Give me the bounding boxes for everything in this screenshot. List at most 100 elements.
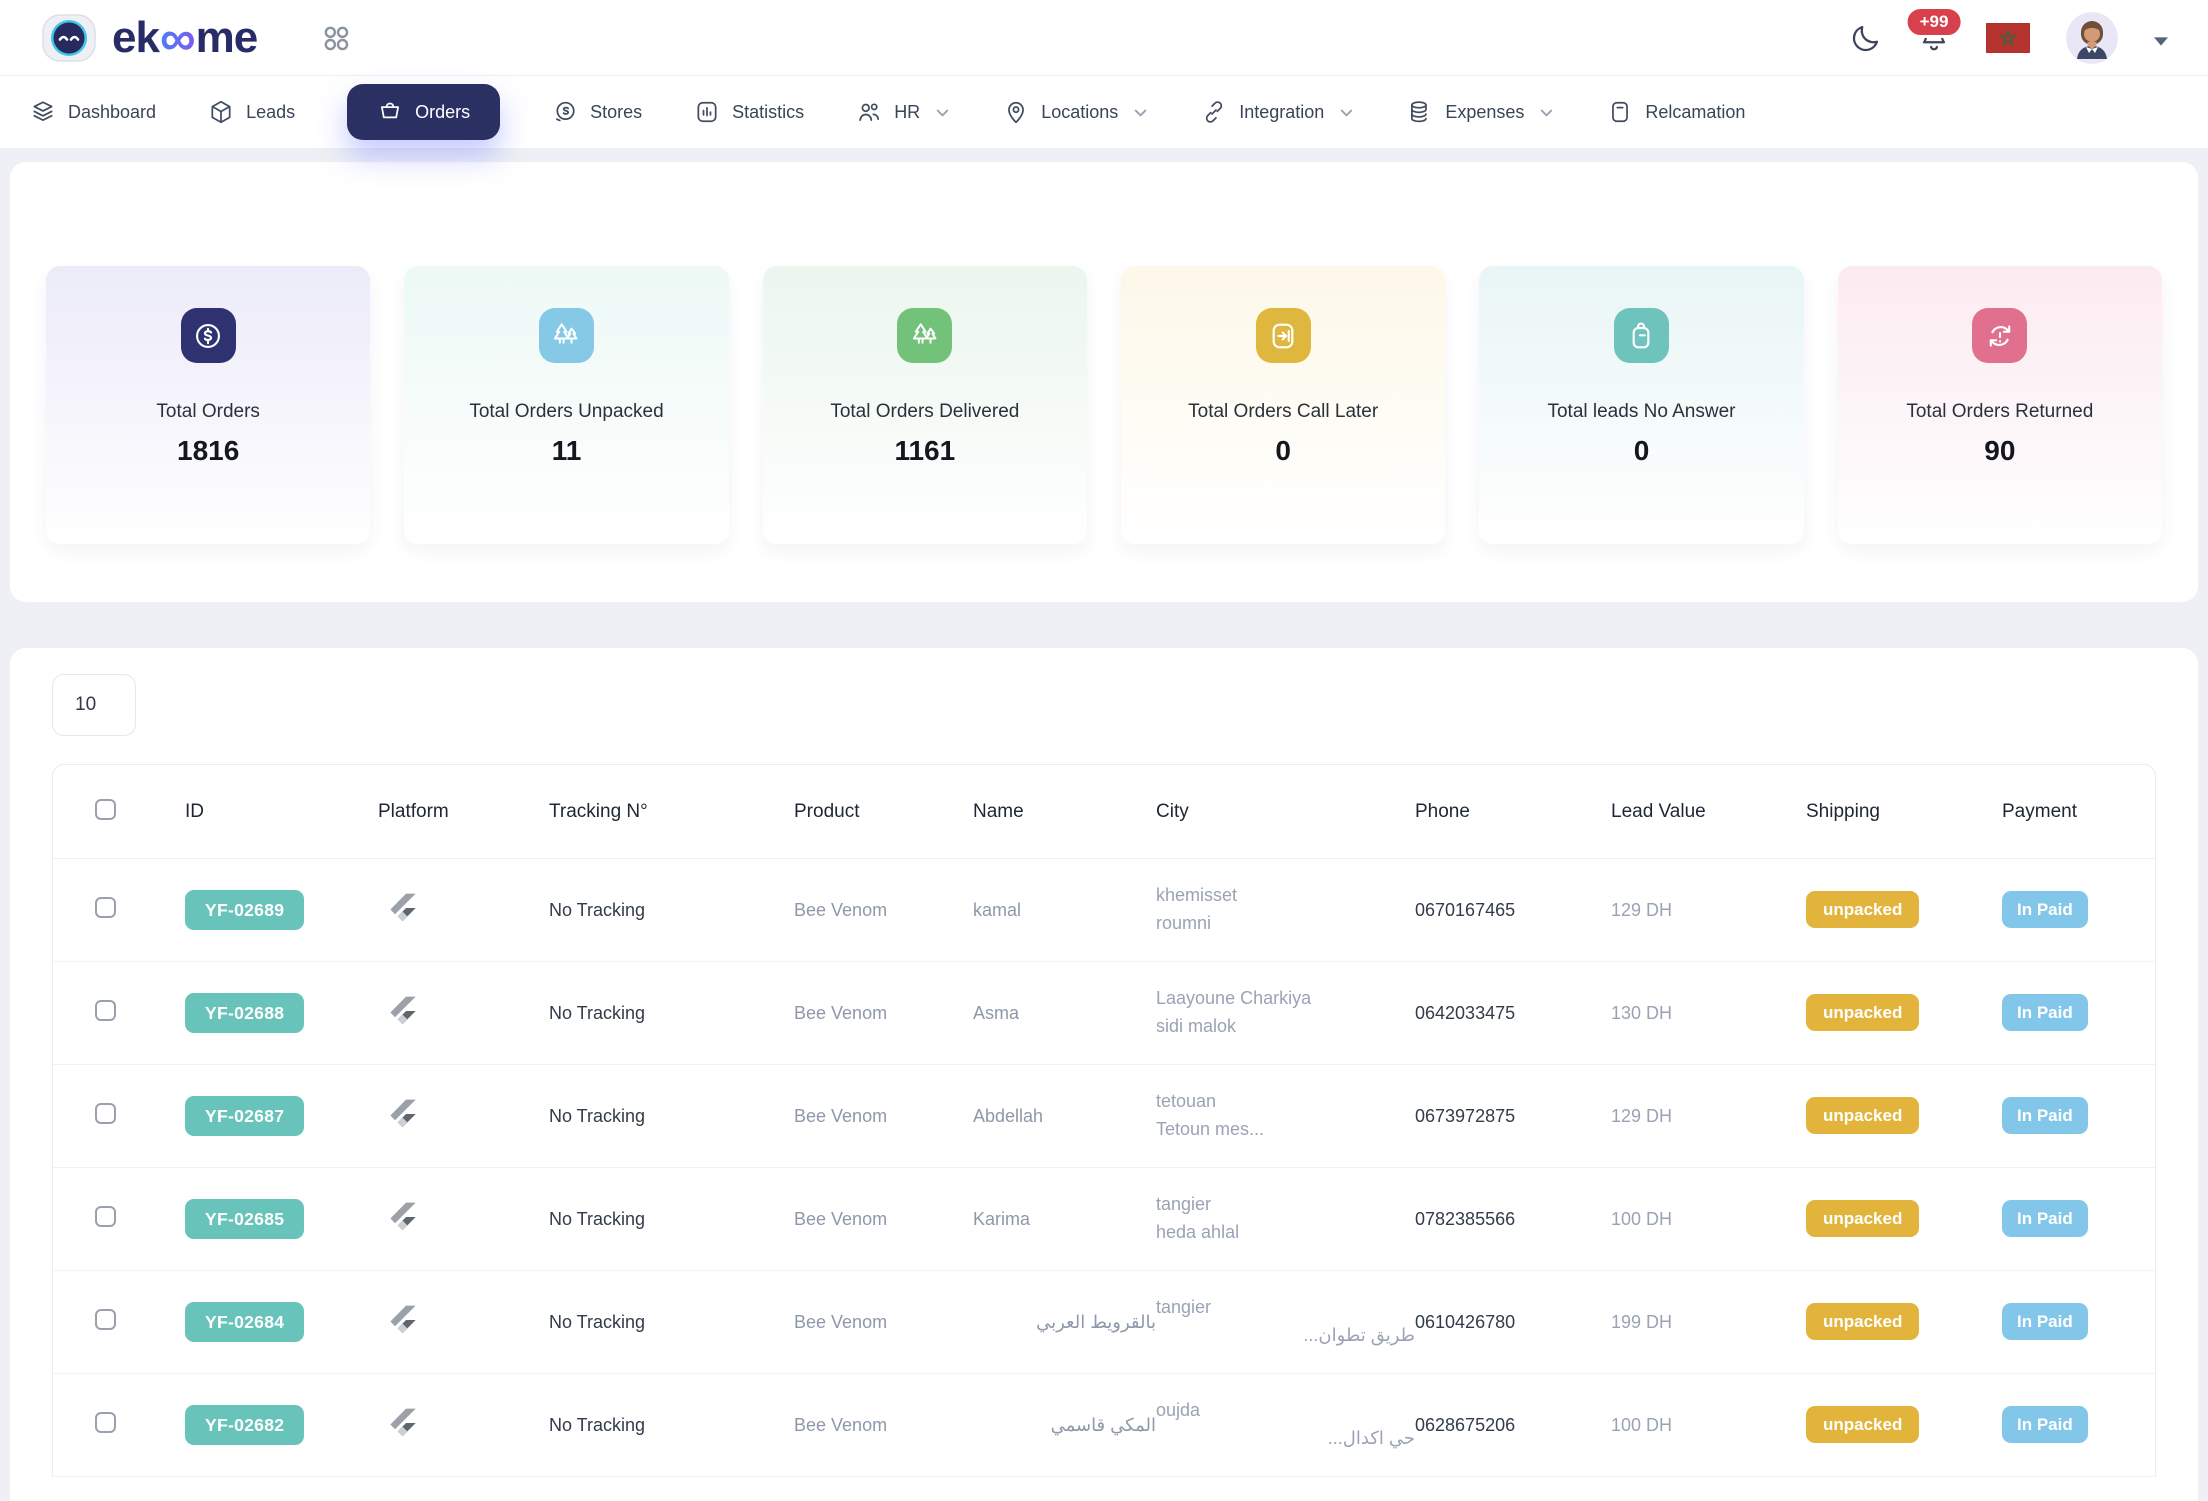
apps-grid-icon[interactable]	[319, 21, 353, 55]
table-header-row: IDPlatformTracking N°ProductNameCityPhon…	[53, 765, 2155, 859]
stat-card-value: 90	[1838, 435, 2162, 467]
people-icon	[856, 99, 882, 125]
user-avatar[interactable]	[2066, 12, 2118, 64]
row-checkbox[interactable]	[95, 1412, 116, 1433]
tracking-cell: No Tracking	[549, 1106, 794, 1127]
order-id-badge[interactable]: YF-02682	[185, 1405, 304, 1445]
shipping-status-badge[interactable]: unpacked	[1806, 1303, 1919, 1340]
phone-cell: 0673972875	[1415, 1106, 1611, 1127]
card-icon	[1607, 99, 1633, 125]
nav-item-label: Orders	[415, 102, 470, 123]
city-cell: oujda حي اكدال...	[1156, 1397, 1415, 1453]
nav-item-hr[interactable]: HR	[856, 99, 951, 125]
shipping-status-badge[interactable]: unpacked	[1806, 1406, 1919, 1443]
nav-item-label: Dashboard	[68, 102, 156, 123]
customer-name-cell: المكي قاسمي	[973, 1415, 1156, 1436]
shipping-status-badge[interactable]: unpacked	[1806, 1097, 1919, 1134]
stat-card-value: 0	[1479, 435, 1803, 467]
shipping-status-badge[interactable]: unpacked	[1806, 1200, 1919, 1237]
cart-icon	[377, 99, 403, 125]
tracking-cell: No Tracking	[549, 1209, 794, 1230]
nav-item-stores[interactable]: Stores	[552, 99, 642, 125]
main-nav: Dashboard Leads Orders Stores Statistics HR Lo…	[0, 76, 2208, 148]
nav-item-orders[interactable]: Orders	[347, 84, 500, 140]
nav-items: Dashboard Leads Orders Stores Statistics HR Lo…	[30, 84, 1745, 140]
column-header: Payment	[2002, 801, 2155, 823]
stat-card-label: Total Orders Delivered	[763, 401, 1087, 423]
stat-card-value: 11	[404, 435, 728, 467]
platform-flutter-icon	[378, 893, 417, 922]
table-row: YF-02684 No Tracking Bee Venom بالقرويط …	[53, 1271, 2155, 1374]
row-checkbox[interactable]	[95, 1309, 116, 1330]
chevron-down-icon	[1538, 104, 1555, 121]
nav-item-label: Locations	[1041, 102, 1118, 123]
coins-icon	[1407, 99, 1433, 125]
payment-status-badge[interactable]: In Paid	[2002, 1200, 2088, 1237]
payment-status-badge[interactable]: In Paid	[2002, 1097, 2088, 1134]
chevron-down-icon	[1132, 104, 1149, 121]
tracking-cell: No Tracking	[549, 900, 794, 921]
table-row: YF-02688 No Tracking Bee Venom Asma Laay…	[53, 962, 2155, 1065]
row-checkbox[interactable]	[95, 1000, 116, 1021]
chevron-down-icon	[1338, 104, 1355, 121]
lead-value-cell: 100 DH	[1611, 1209, 1806, 1230]
row-checkbox[interactable]	[95, 1206, 116, 1227]
city-cell: khemisset roumni	[1156, 882, 1415, 938]
stat-card-value: 1816	[46, 435, 370, 467]
table-body: YF-02689 No Tracking Bee Venom kamal khe…	[53, 859, 2155, 1477]
nav-item-locations[interactable]: Locations	[1003, 99, 1149, 125]
payment-status-badge[interactable]: In Paid	[2002, 1303, 2088, 1340]
payment-status-badge[interactable]: In Paid	[2002, 994, 2088, 1031]
tracking-cell: No Tracking	[549, 1312, 794, 1333]
nav-item-relcamation[interactable]: Relcamation	[1607, 99, 1745, 125]
stat-card-value: 1161	[763, 435, 1087, 467]
city-cell: tetouan Tetoun mes...	[1156, 1088, 1415, 1144]
profile-caret-icon[interactable]	[2154, 33, 2168, 42]
lead-value-cell: 130 DH	[1611, 1003, 1806, 1024]
page: ek∞me +99	[0, 0, 2208, 1501]
order-id-badge[interactable]: YF-02684	[185, 1302, 304, 1342]
nav-item-dashboard[interactable]: Dashboard	[30, 99, 156, 125]
row-checkbox[interactable]	[95, 1103, 116, 1124]
row-checkbox[interactable]	[95, 897, 116, 918]
customer-name-cell: بالقرويط العربي	[973, 1312, 1156, 1333]
product-cell: Bee Venom	[794, 1003, 973, 1024]
topbar-actions: +99	[1850, 12, 2168, 64]
order-id-badge[interactable]: YF-02689	[185, 890, 304, 930]
city-cell: Laayoune Charkiya sidi malok	[1156, 985, 1415, 1041]
platform-flutter-icon	[378, 1305, 417, 1334]
nav-item-label: Relcamation	[1645, 102, 1745, 123]
nav-item-label: Stores	[590, 102, 642, 123]
nav-item-leads[interactable]: Leads	[208, 99, 295, 125]
stat-card: Total Orders Call Later0	[1121, 266, 1445, 544]
nav-item-statistics[interactable]: Statistics	[694, 99, 804, 125]
notifications-bell-icon[interactable]: +99	[1918, 22, 1950, 54]
payment-status-badge[interactable]: In Paid	[2002, 891, 2088, 928]
morocco-flag-icon[interactable]	[1986, 23, 2030, 53]
stat-card: Total Orders Delivered 1161	[763, 266, 1087, 544]
column-header: Name	[973, 801, 1156, 823]
order-id-badge[interactable]: YF-02687	[185, 1096, 304, 1136]
customer-name-cell: kamal	[973, 900, 1156, 921]
select-all-checkbox[interactable]	[95, 799, 116, 820]
tracking-cell: No Tracking	[549, 1003, 794, 1024]
brand-logo[interactable]: ek∞me	[40, 9, 257, 67]
nav-item-label: Statistics	[732, 102, 804, 123]
nav-item-integration[interactable]: Integration	[1201, 99, 1355, 125]
city-cell: tangier طريق تطوان...	[1156, 1294, 1415, 1350]
page-size-select[interactable]: 10	[52, 674, 136, 736]
shipping-status-badge[interactable]: unpacked	[1806, 891, 1919, 928]
shipping-status-badge[interactable]: unpacked	[1806, 994, 1919, 1031]
platform-flutter-icon	[378, 1202, 417, 1231]
phone-cell: 0670167465	[1415, 900, 1611, 921]
order-id-badge[interactable]: YF-02688	[185, 993, 304, 1033]
stat-card-label: Total Orders	[46, 401, 370, 423]
phone-cell: 0628675206	[1415, 1415, 1611, 1436]
lead-value-cell: 100 DH	[1611, 1415, 1806, 1436]
stat-card-label: Total Orders Unpacked	[404, 401, 728, 423]
nav-item-expenses[interactable]: Expenses	[1407, 99, 1555, 125]
dark-mode-moon-icon[interactable]	[1850, 22, 1882, 54]
payment-status-badge[interactable]: In Paid	[2002, 1406, 2088, 1443]
order-id-badge[interactable]: YF-02685	[185, 1199, 304, 1239]
column-header: Product	[794, 801, 973, 823]
